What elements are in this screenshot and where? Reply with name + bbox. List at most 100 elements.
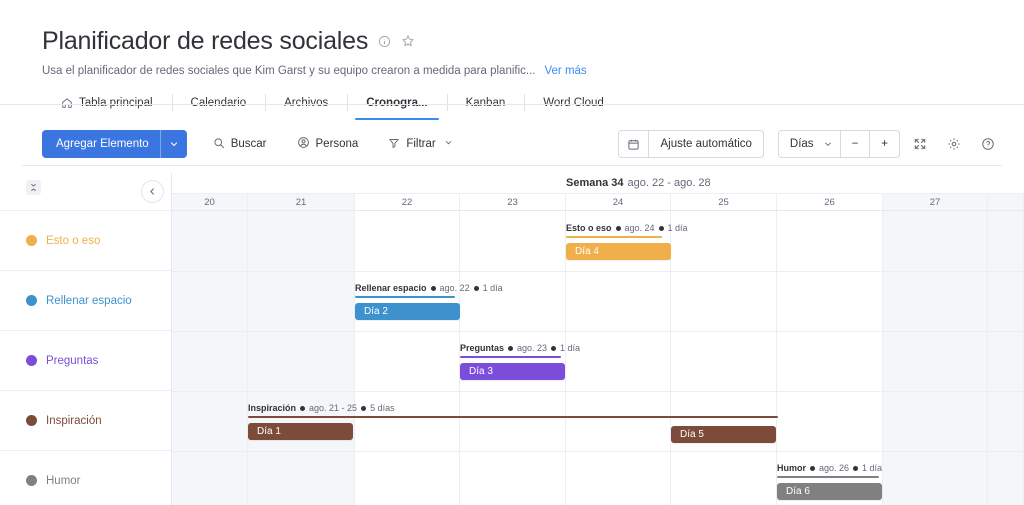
info-icon[interactable] xyxy=(378,35,391,48)
day-header-cell: 24 xyxy=(566,194,671,210)
filter-icon xyxy=(388,137,400,152)
item-rail xyxy=(248,416,778,418)
item-bar[interactable]: Día 2 xyxy=(355,303,460,320)
zoom-unit-select[interactable]: Días xyxy=(779,131,820,157)
separator-dot xyxy=(361,406,367,411)
collapse-panel-button[interactable] xyxy=(141,180,164,203)
group-label: Preguntas xyxy=(46,354,99,367)
tab-kanban[interactable]: Kanban xyxy=(446,89,525,116)
day-header-cell: 23 xyxy=(460,194,566,210)
home-icon xyxy=(61,97,73,109)
tab-calendario[interactable]: Calendario xyxy=(171,89,266,116)
toolbar: Agregar Elemento Buscar Persona Filtrar … xyxy=(0,128,1024,166)
item-meta: Rellenar espacio ago. 22 1 día xyxy=(355,283,503,294)
fullscreen-icon[interactable] xyxy=(906,130,934,158)
title-row: Planificador de redes sociales xyxy=(42,26,1024,56)
group-row[interactable]: Inspiración xyxy=(0,391,171,451)
group-row[interactable]: Rellenar espacio xyxy=(0,271,171,331)
gear-icon[interactable] xyxy=(940,130,968,158)
item-bar[interactable]: Día 4 xyxy=(566,243,671,260)
item-date: ago. 21 - 25 xyxy=(309,403,358,413)
timeline-item[interactable]: Humor ago. 26 1 día Día 6 xyxy=(777,463,882,500)
item-duration: 1 día xyxy=(482,283,503,293)
add-item-label: Agregar Elemento xyxy=(56,138,149,150)
item-title: Preguntas xyxy=(460,343,505,353)
item-duration: 5 días xyxy=(370,403,395,413)
item-date: ago. 23 xyxy=(517,343,548,353)
item-title: Humor xyxy=(777,463,806,473)
day-header-cell: 25 xyxy=(671,194,777,210)
help-icon[interactable] xyxy=(974,130,1002,158)
item-rail xyxy=(355,296,455,298)
calendar-icon[interactable] xyxy=(619,131,648,157)
group-color-dot xyxy=(26,415,37,426)
tab-cronograma[interactable]: Cronogra... xyxy=(347,89,446,120)
timeline-item[interactable]: Día 5 xyxy=(671,421,776,443)
group-color-dot xyxy=(26,295,37,306)
item-meta: Inspiración ago. 21 - 25 5 días xyxy=(248,403,778,414)
group-label: Rellenar espacio xyxy=(46,294,132,307)
tab-label: Cronogra... xyxy=(366,96,428,109)
person-button[interactable]: Persona xyxy=(293,131,363,157)
search-label: Buscar xyxy=(230,138,267,150)
auto-fit-button[interactable]: Ajuste automático xyxy=(648,131,762,157)
item-bar[interactable]: Día 3 xyxy=(460,363,565,380)
item-bar[interactable]: Día 1 xyxy=(248,423,353,440)
chevron-down-icon[interactable] xyxy=(820,131,840,157)
timeline-item[interactable]: Esto o eso ago. 24 1 día Día 4 xyxy=(566,223,688,260)
board-description-text: Usa el planificador de redes sociales qu… xyxy=(42,65,536,77)
search-button[interactable]: Buscar xyxy=(209,131,271,157)
day-header-cell: 20 xyxy=(172,194,248,210)
row-separator xyxy=(172,391,1024,392)
item-bar[interactable]: Día 5 xyxy=(671,426,776,443)
item-date: ago. 24 xyxy=(624,223,655,233)
separator-dot xyxy=(551,346,557,351)
item-rail xyxy=(566,236,662,238)
auto-fit-group: Ajuste automático xyxy=(618,130,764,158)
group-row[interactable]: Esto o eso xyxy=(0,211,171,271)
tab-tabla-principal[interactable]: Tabla principal xyxy=(42,89,172,116)
chevron-down-icon[interactable] xyxy=(159,130,187,158)
toolbar-divider xyxy=(22,165,1002,166)
group-row[interactable]: Preguntas xyxy=(0,331,171,391)
timeline-view: Esto o eso Rellenar espacio Preguntas Inspi… xyxy=(0,173,1024,505)
item-duration: 1 día xyxy=(667,223,688,233)
row-separator xyxy=(172,331,1024,332)
see-more-link[interactable]: Ver más xyxy=(544,65,586,77)
filter-button[interactable]: Filtrar xyxy=(384,131,456,157)
day-header-cell: 26 xyxy=(777,194,883,210)
item-date: ago. 26 xyxy=(819,463,850,473)
page-header: Planificador de redes sociales Usa el pl… xyxy=(0,0,1024,77)
zoom-out-button[interactable]: − xyxy=(839,131,870,157)
separator-dot xyxy=(300,406,306,411)
separator-dot xyxy=(658,226,664,231)
group-row[interactable]: Humor xyxy=(0,451,171,505)
board-description: Usa el planificador de redes sociales qu… xyxy=(42,65,1024,77)
timeline-group-panel: Esto o eso Rellenar espacio Preguntas Inspi… xyxy=(0,173,172,505)
tab-label: Calendario xyxy=(190,96,247,109)
separator-dot xyxy=(853,466,859,471)
week-range: ago. 22 - ago. 28 xyxy=(627,177,711,189)
view-tabs: Tabla principal Calendario Archivos Cron… xyxy=(42,89,1024,120)
timeline-item[interactable]: Preguntas ago. 23 1 día Día 3 xyxy=(460,343,580,380)
group-color-dot xyxy=(26,475,37,486)
add-item-button[interactable]: Agregar Elemento xyxy=(42,130,187,158)
week-label: Semana 34 xyxy=(566,177,624,189)
search-icon xyxy=(213,137,225,152)
header-divider xyxy=(0,104,1024,105)
tab-word-cloud[interactable]: Word Cloud xyxy=(524,89,623,116)
item-duration: 1 día xyxy=(862,463,883,473)
item-bar[interactable]: Día 6 xyxy=(777,483,882,500)
collapse-rows-icon[interactable] xyxy=(26,180,41,195)
tab-archivos[interactable]: Archivos xyxy=(265,89,347,116)
chevron-down-icon[interactable] xyxy=(444,138,453,150)
separator-dot xyxy=(508,346,514,351)
star-icon[interactable] xyxy=(401,34,415,48)
item-title: Inspiración xyxy=(248,403,297,413)
timeline-item[interactable]: Rellenar espacio ago. 22 1 día Día 2 xyxy=(355,283,503,320)
zoom-in-button[interactable]: + xyxy=(869,131,899,157)
row-separator xyxy=(172,271,1024,272)
separator-dot xyxy=(430,286,436,291)
group-color-dot xyxy=(26,355,37,366)
day-header-cell: 22 xyxy=(355,194,460,210)
